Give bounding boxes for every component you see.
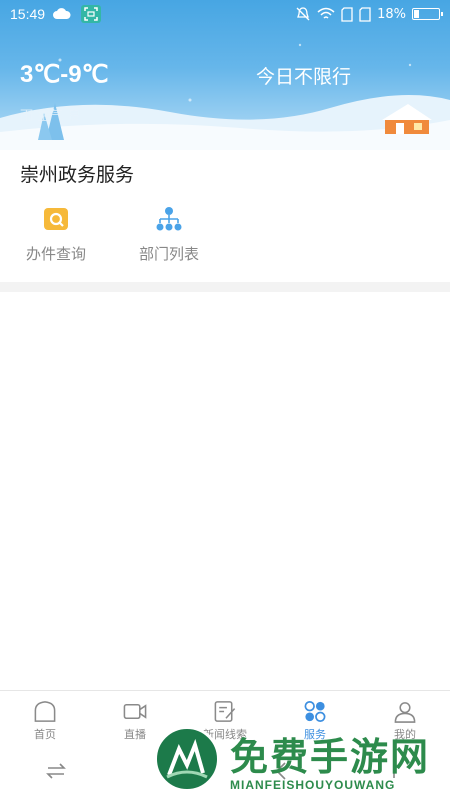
- tab-label: 直播: [124, 728, 146, 741]
- tab-label: 首页: [34, 728, 56, 741]
- section-title: 崇州政务服务: [20, 164, 135, 186]
- wifi-icon: [317, 7, 335, 19]
- watermark-title: 免费手游网: [230, 734, 431, 779]
- watermark-logo: [154, 726, 220, 792]
- scan-icon: [81, 5, 102, 23]
- battery-percent: 18%: [377, 6, 406, 22]
- air-quality: 雨 空气 良: [20, 109, 81, 124]
- service-label: 办件查询: [25, 245, 86, 263]
- edit-note-icon: [214, 701, 236, 722]
- status-bar: 15:49 18%: [0, 0, 450, 28]
- service-item-departments[interactable]: 部门列表: [124, 205, 214, 264]
- traffic-restriction: 今日不限行: [256, 66, 352, 88]
- service-label: 部门列表: [138, 245, 199, 263]
- user-icon: [394, 702, 416, 723]
- sim-card-2-icon: [359, 6, 371, 22]
- cloud-icon: [53, 8, 71, 19]
- battery-level: [414, 10, 419, 18]
- watermark-subtitle: MIANFEISHOUYOUWANG: [230, 778, 396, 792]
- org-chart-icon: [156, 207, 182, 231]
- tab-home[interactable]: 首页: [0, 691, 90, 742]
- grid-services-icon: [304, 701, 326, 722]
- status-time: 15:49: [10, 6, 46, 22]
- service-item-query[interactable]: 办件查询: [11, 205, 101, 264]
- switch-arrows-icon[interactable]: [45, 760, 67, 782]
- temperature-range: 3℃-9℃: [20, 61, 109, 88]
- status-indicators: 18%: [295, 6, 443, 22]
- bell-muted-icon: [296, 7, 310, 21]
- battery-icon: [412, 8, 443, 20]
- home-icon: [34, 701, 56, 722]
- search-folder-icon: [44, 208, 68, 230]
- video-camera-icon: [123, 704, 147, 719]
- sim-card-icon: [341, 6, 353, 22]
- section-divider: [0, 282, 450, 292]
- site-watermark: 免费手游网 MIANFEISHOUYOUWANG: [150, 722, 450, 800]
